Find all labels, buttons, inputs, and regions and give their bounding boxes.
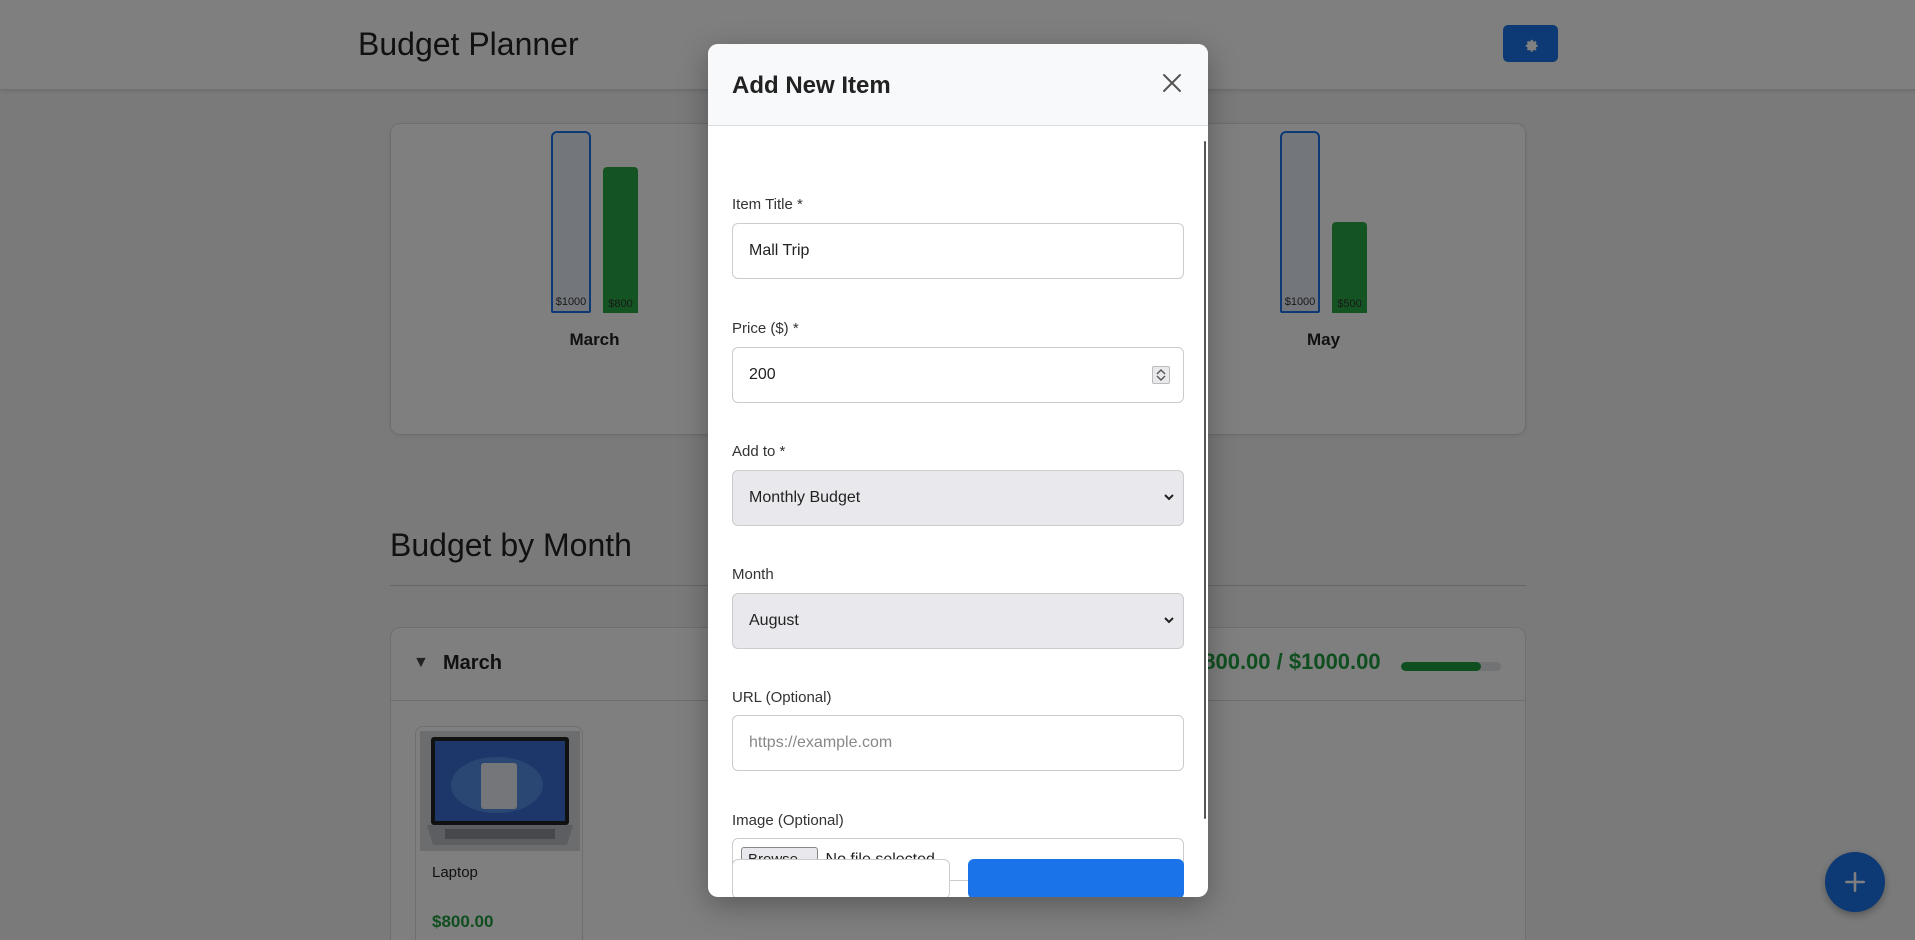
image-label: Image (Optional) — [732, 812, 844, 829]
month-value: August — [749, 612, 799, 629]
price-input[interactable] — [732, 347, 1184, 403]
modal-header: Add New Item — [708, 44, 1208, 126]
number-spinner[interactable] — [1152, 366, 1170, 384]
close-button[interactable] — [1160, 72, 1184, 96]
modal-scrollbar[interactable] — [1204, 141, 1206, 819]
add-to-label: Add to * — [732, 443, 786, 460]
title-label: Item Title * — [732, 196, 803, 213]
item-title-input[interactable] — [732, 223, 1184, 279]
price-label: Price ($) * — [732, 320, 799, 337]
url-input[interactable] — [732, 715, 1184, 771]
add-to-select[interactable]: Monthly Budget — [732, 470, 1184, 526]
close-icon — [1163, 74, 1181, 92]
month-select[interactable]: August — [732, 593, 1184, 649]
cancel-button[interactable] — [732, 859, 950, 897]
modal-title: Add New Item — [732, 72, 891, 99]
chevron-down-icon — [1164, 617, 1174, 624]
modal-body: Item Title * Price ($) * Add to * Monthl… — [708, 127, 1208, 897]
add-item-modal: Add New Item Item Title * Price ($) * Ad… — [708, 44, 1208, 897]
submit-button[interactable] — [968, 859, 1184, 897]
url-label: URL (Optional) — [732, 689, 832, 706]
add-to-value: Monthly Budget — [749, 489, 861, 506]
price-field — [732, 347, 1184, 403]
month-label: Month — [732, 566, 774, 583]
chevron-down-icon — [1164, 494, 1174, 501]
